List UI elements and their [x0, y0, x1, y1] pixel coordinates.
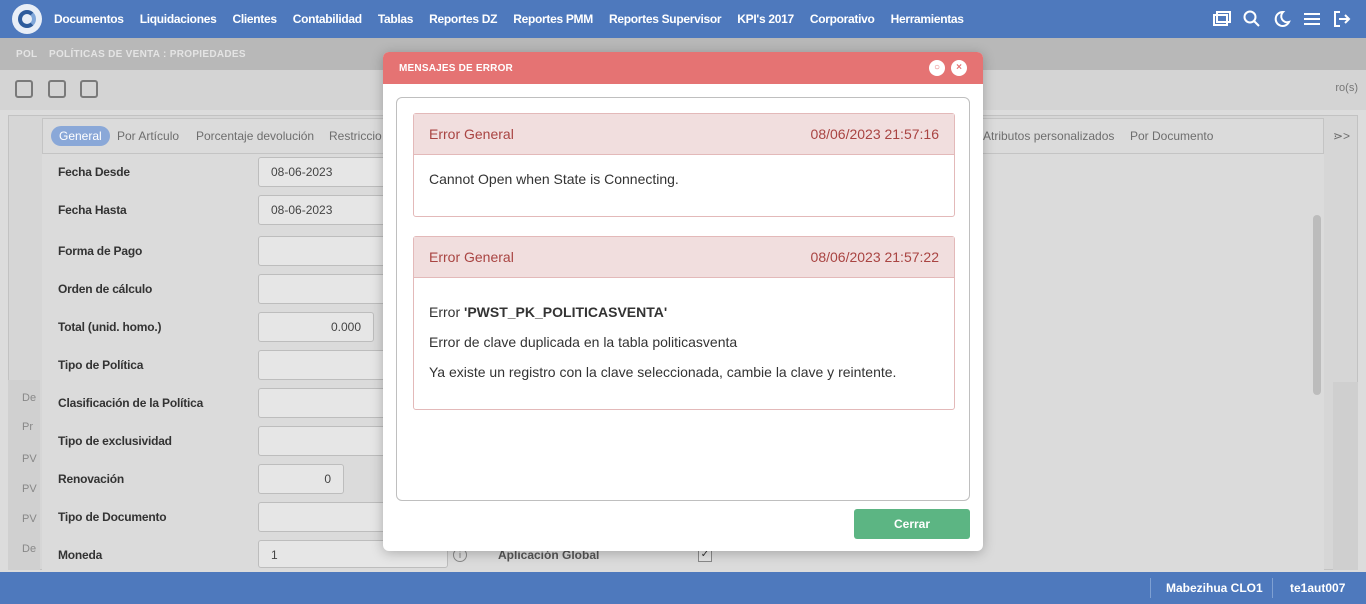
tab-restricciones[interactable]: Restriccio [329, 129, 382, 143]
list-item[interactable]: PV [22, 513, 37, 525]
close-button[interactable]: Cerrar [854, 509, 970, 539]
menu-icon[interactable] [1302, 9, 1322, 29]
error-hint: Ya existe un registro con la clave selec… [429, 364, 897, 380]
label-moneda: Moneda [58, 548, 103, 562]
input-tipo-de-politica[interactable] [258, 350, 388, 380]
menu-reportes-dz[interactable]: Reportes DZ [429, 12, 497, 26]
menu-reportes-pmm[interactable]: Reportes PMM [513, 12, 593, 26]
label-tipo-de-documento: Tipo de Documento [58, 510, 167, 524]
logout-icon[interactable] [1332, 9, 1352, 29]
close-icon[interactable]: × [951, 60, 967, 76]
input-tipo-de-documento[interactable] [258, 502, 388, 532]
right-panel-strip [1333, 382, 1358, 570]
moon-icon[interactable] [1272, 9, 1292, 29]
menu-tablas[interactable]: Tablas [378, 12, 414, 26]
menu-reportes-supervisor[interactable]: Reportes Supervisor [609, 12, 722, 26]
list-item[interactable]: PV [22, 483, 37, 495]
save-icon[interactable] [48, 80, 66, 98]
menu-kpis-2017[interactable]: KPI's 2017 [737, 12, 794, 26]
input-fecha-hasta[interactable]: 08-06-2023 [258, 195, 388, 225]
list-item[interactable]: De [22, 392, 36, 404]
label-tipo-de-politica: Tipo de Política [58, 358, 144, 372]
top-navbar: Documentos Liquidaciones Clientes Contab… [0, 0, 1366, 38]
error-title: Error General [429, 249, 514, 265]
new-document-icon[interactable] [15, 80, 33, 98]
list-item[interactable]: PV [22, 453, 37, 465]
menu-contabilidad[interactable]: Contabilidad [293, 12, 362, 26]
records-count: ro(s) [1335, 82, 1358, 94]
input-renovacion[interactable]: 0 [258, 464, 344, 494]
minimize-icon[interactable]: ○ [929, 60, 945, 76]
label-fecha-hasta: Fecha Hasta [58, 203, 127, 217]
left-list [8, 380, 40, 570]
error-timestamp: 08/06/2023 21:57:22 [810, 249, 939, 265]
windows-icon[interactable] [1212, 9, 1232, 29]
menu-clientes[interactable]: Clientes [232, 12, 277, 26]
tab-general[interactable]: General [51, 126, 110, 146]
error-message: Error 'PWST_PK_POLITICASVENTA' [414, 304, 954, 320]
label-forma-de-pago: Forma de Pago [58, 244, 143, 258]
error-message: Cannot Open when State is Connecting. [429, 171, 679, 187]
tab-por-articulo[interactable]: Por Artículo [117, 129, 179, 143]
label-fecha-desde: Fecha Desde [58, 165, 130, 179]
tab-por-documento[interactable]: Por Documento [1130, 129, 1213, 143]
input-forma-de-pago[interactable] [258, 236, 388, 266]
status-session: te1aut007 [1290, 581, 1346, 595]
tab-porcentaje-devolucion[interactable]: Porcentaje devolución [196, 129, 314, 143]
label-clasificacion-politica: Clasificación de la Política [58, 396, 204, 410]
menu-corporativo[interactable]: Corporativo [810, 12, 875, 26]
error-key: 'PWST_PK_POLITICASVENTA' [464, 304, 668, 320]
search-icon[interactable] [1242, 9, 1262, 29]
list-item[interactable]: Pr [22, 421, 33, 433]
breadcrumb-prefix: POL [16, 49, 38, 60]
menu-documentos[interactable]: Documentos [54, 12, 124, 26]
list-item[interactable]: De [22, 543, 36, 555]
scrollbar[interactable] [1313, 215, 1321, 395]
dialog-title: MENSAJES DE ERROR [399, 62, 513, 74]
status-bar: Mabezihua CLO1 te1aut007 [0, 572, 1366, 604]
tab-atributos-personalizados[interactable]: Atributos personalizados [983, 129, 1114, 143]
input-clasificacion-politica[interactable] [258, 388, 388, 418]
input-fecha-desde[interactable]: 08-06-2023 [258, 157, 388, 187]
label-renovacion: Renovación [58, 472, 125, 486]
menu-herramientas[interactable]: Herramientas [891, 12, 964, 26]
label-tipo-de-exclusividad: Tipo de exclusividad [58, 434, 172, 448]
error-title: Error General [429, 126, 514, 142]
input-total-unid-homo[interactable]: 0.000 [258, 312, 374, 342]
error-card: Error General 08/06/2023 21:57:22 Error … [413, 236, 955, 410]
error-list: Error General 08/06/2023 21:57:16 Cannot… [396, 97, 970, 501]
error-card: Error General 08/06/2023 21:57:16 Cannot… [413, 113, 955, 217]
input-tipo-de-exclusividad[interactable] [258, 426, 388, 456]
dialog-header: MENSAJES DE ERROR [383, 52, 983, 84]
error-timestamp: 08/06/2023 21:57:16 [810, 126, 939, 142]
error-detail: Error de clave duplicada en la tabla pol… [429, 334, 738, 350]
error-dialog: MENSAJES DE ERROR ○ × Error General 08/0… [383, 52, 983, 551]
main-menu: Documentos Liquidaciones Clientes Contab… [54, 12, 980, 26]
status-user: Mabezihua CLO1 [1166, 581, 1263, 595]
menu-liquidaciones[interactable]: Liquidaciones [140, 12, 217, 26]
error-prefix: Error [429, 304, 464, 320]
tabs-scroll-right[interactable]: ⋗> [1333, 129, 1350, 143]
label-orden-de-calculo: Orden de cálculo [58, 282, 153, 296]
label-total-unid-homo: Total (unid. homo.) [58, 320, 162, 334]
breadcrumb: POLÍTICAS DE VENTA : PROPIEDADES [49, 49, 246, 60]
input-orden-de-calculo[interactable] [258, 274, 388, 304]
app-logo[interactable] [12, 4, 42, 34]
undo-icon[interactable] [80, 80, 98, 98]
